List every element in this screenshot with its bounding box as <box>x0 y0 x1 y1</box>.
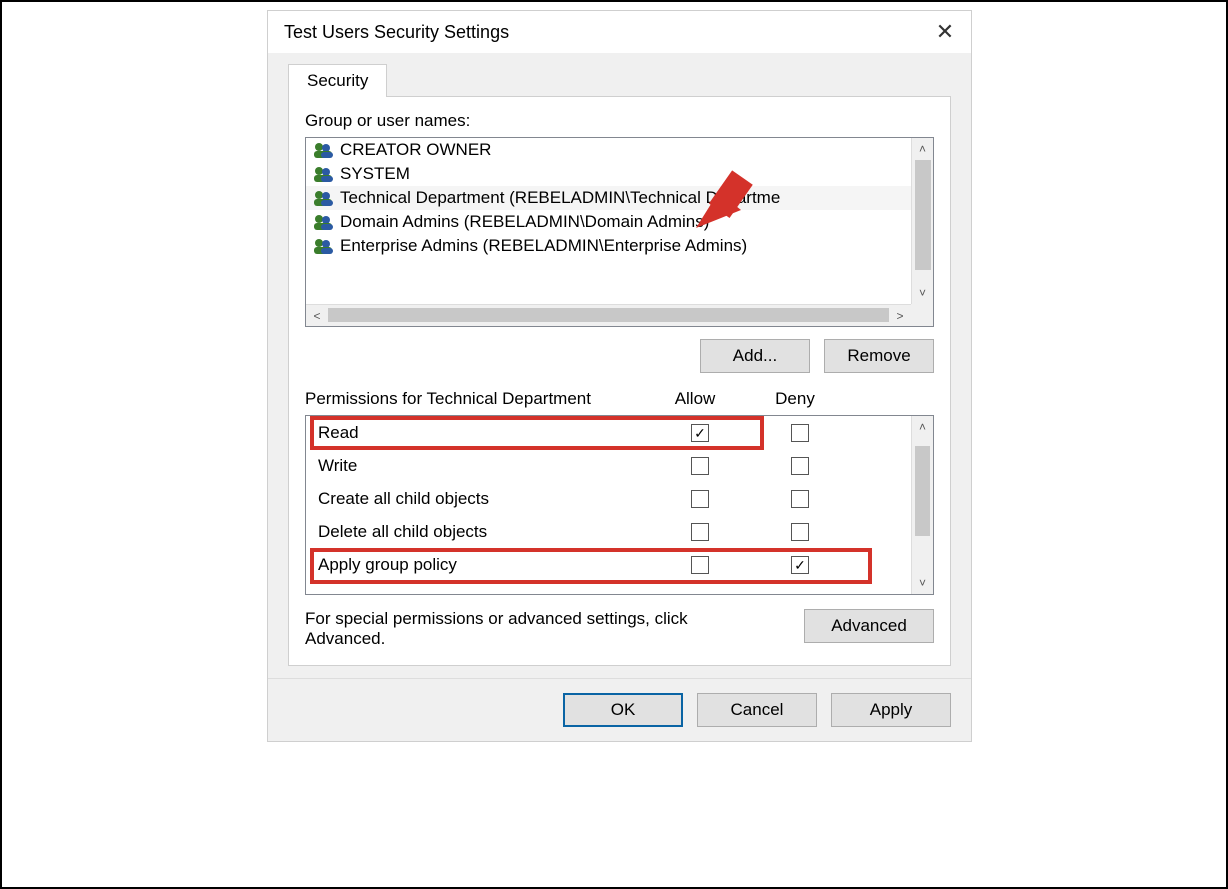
remove-button[interactable]: Remove <box>824 339 934 373</box>
group-icon <box>312 141 334 159</box>
dialog-footer: OK Cancel Apply <box>268 678 971 741</box>
group-icon <box>312 165 334 183</box>
vertical-scrollbar[interactable]: ˄ ˅ <box>911 416 933 594</box>
security-tab-panel: Group or user names: CREATOR OWNER SYSTE… <box>288 96 951 666</box>
permission-name: Delete all child objects <box>318 522 650 542</box>
scrollbar-thumb[interactable] <box>915 446 930 536</box>
ok-button[interactable]: OK <box>563 693 683 727</box>
permission-row: Create all child objects <box>306 482 909 515</box>
list-item[interactable]: Enterprise Admins (REBELADMIN\Enterprise… <box>306 234 933 258</box>
deny-checkbox[interactable] <box>791 556 809 574</box>
list-item-label: SYSTEM <box>340 164 410 184</box>
advanced-row: For special permissions or advanced sett… <box>305 609 934 649</box>
advanced-hint-text: For special permissions or advanced sett… <box>305 609 705 649</box>
allow-column-header: Allow <box>645 389 745 409</box>
list-item-label: Domain Admins (REBELADMIN\Domain Admins) <box>340 212 709 232</box>
apply-button[interactable]: Apply <box>831 693 951 727</box>
allow-checkbox[interactable] <box>691 523 709 541</box>
groups-label: Group or user names: <box>305 111 934 131</box>
permissions-header: Permissions for Technical Department All… <box>305 389 934 409</box>
list-item[interactable]: Domain Admins (REBELADMIN\Domain Admins) <box>306 210 933 234</box>
close-button[interactable]: ✕ <box>931 18 959 46</box>
scroll-up-icon[interactable]: ˄ <box>912 138 933 160</box>
add-button[interactable]: Add... <box>700 339 810 373</box>
allow-checkbox[interactable] <box>691 556 709 574</box>
groups-listbox[interactable]: CREATOR OWNER SYSTEM Technical Departmen… <box>305 137 934 327</box>
permission-name: Create all child objects <box>318 489 650 509</box>
permission-name: Write <box>318 456 650 476</box>
deny-checkbox[interactable] <box>791 424 809 442</box>
deny-column-header: Deny <box>745 389 845 409</box>
permission-row: Apply group policy <box>306 548 909 581</box>
allow-checkbox[interactable] <box>691 490 709 508</box>
advanced-button[interactable]: Advanced <box>804 609 934 643</box>
scrollbar-corner <box>911 304 933 326</box>
scrollbar-thumb[interactable] <box>328 308 911 322</box>
permission-row: Read <box>306 416 909 449</box>
permission-name: Read <box>318 423 650 443</box>
scrollbar-track[interactable] <box>328 305 911 326</box>
deny-checkbox[interactable] <box>791 490 809 508</box>
groups-listbox-viewport: CREATOR OWNER SYSTEM Technical Departmen… <box>306 138 933 304</box>
scroll-up-icon[interactable]: ˄ <box>912 416 933 438</box>
close-icon: ✕ <box>936 19 954 45</box>
allow-checkbox[interactable] <box>691 424 709 442</box>
group-icon <box>312 237 334 255</box>
security-settings-dialog: Test Users Security Settings ✕ Security … <box>267 10 972 742</box>
dialog-title: Test Users Security Settings <box>284 22 509 43</box>
permissions-for-label: Permissions for Technical Department <box>305 389 645 409</box>
list-item[interactable]: SYSTEM <box>306 162 933 186</box>
allow-checkbox[interactable] <box>691 457 709 475</box>
list-item[interactable]: CREATOR OWNER <box>306 138 933 162</box>
permissions-rows: Read Write Create all child objects <box>306 416 933 581</box>
titlebar: Test Users Security Settings ✕ <box>268 11 971 53</box>
outer-frame: Test Users Security Settings ✕ Security … <box>0 0 1228 889</box>
horizontal-scrollbar[interactable]: < > <box>306 304 933 326</box>
scroll-down-icon[interactable]: ˅ <box>912 282 933 304</box>
group-icon <box>312 189 334 207</box>
permission-row: Write <box>306 449 909 482</box>
list-item-label: Technical Department (REBELADMIN\Technic… <box>340 188 780 208</box>
vertical-scrollbar[interactable]: ˄ ˅ <box>911 138 933 304</box>
list-item-label: Enterprise Admins (REBELADMIN\Enterprise… <box>340 236 747 256</box>
deny-checkbox[interactable] <box>791 523 809 541</box>
scrollbar-thumb[interactable] <box>915 160 931 270</box>
scroll-left-icon[interactable]: < <box>306 305 328 326</box>
add-remove-row: Add... Remove <box>305 339 934 373</box>
tabstrip: Security <box>268 53 971 96</box>
permission-name: Apply group policy <box>318 555 650 575</box>
cancel-button[interactable]: Cancel <box>697 693 817 727</box>
scroll-right-icon[interactable]: > <box>889 305 911 326</box>
scroll-down-icon[interactable]: ˅ <box>912 572 933 594</box>
tab-security[interactable]: Security <box>288 64 387 97</box>
list-item-label: CREATOR OWNER <box>340 140 491 160</box>
group-icon <box>312 213 334 231</box>
deny-checkbox[interactable] <box>791 457 809 475</box>
list-item[interactable]: Technical Department (REBELADMIN\Technic… <box>306 186 933 210</box>
permission-row: Delete all child objects <box>306 515 909 548</box>
permissions-listbox: Read Write Create all child objects <box>305 415 934 595</box>
